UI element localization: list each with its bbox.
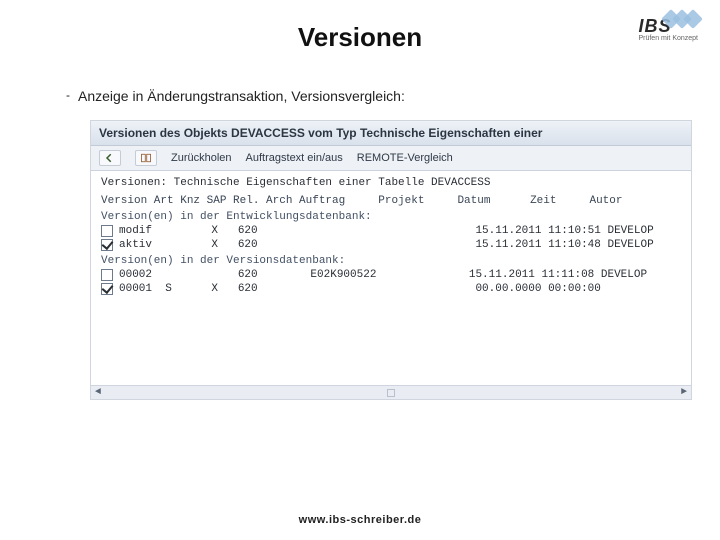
version-row: aktiv X 620 15.11.2011 11:10:48 DEVELOP xyxy=(101,239,681,251)
version-row: modif X 620 15.11.2011 11:10:51 DEVELOP xyxy=(101,225,681,237)
column-headers: Version Art Knz SAP Rel. Arch Auftrag Pr… xyxy=(101,195,681,207)
slide-title: Versionen xyxy=(0,22,720,53)
bullet-text: Anzeige in Änderungstransaktion, Version… xyxy=(78,88,405,104)
sap-versions-window: Versionen des Objekts DEVACCESS vom Typ … xyxy=(90,120,692,400)
row-checkbox[interactable] xyxy=(101,239,113,251)
scroll-right-icon[interactable]: ► xyxy=(681,387,687,398)
back-arrow-icon xyxy=(104,152,116,164)
object-descriptor: Versionen: Technische Eigenschaften eine… xyxy=(101,177,681,189)
sap-body: Versionen: Technische Eigenschaften eine… xyxy=(91,171,691,389)
toolbar-remote-button[interactable]: REMOTE-Vergleich xyxy=(357,152,453,164)
back-button[interactable] xyxy=(99,150,121,166)
section-dev-db: Version(en) in der Entwicklungsdatenbank… xyxy=(101,211,681,223)
toolbar-ordertext-button[interactable]: Auftragstext ein/aus xyxy=(246,152,343,164)
row-checkbox[interactable] xyxy=(101,269,113,281)
compare-icon xyxy=(140,152,152,164)
section-version-db: Version(en) in der Versionsdatenbank: xyxy=(101,255,681,267)
row-text: 00001 S X 620 00.00.0000 00:00:00 xyxy=(119,283,601,295)
row-text: 00002 620 E02K900522 15.11.2011 11:11:08… xyxy=(119,269,647,281)
scroll-left-icon[interactable]: ◄ xyxy=(95,387,101,398)
scroll-grip-icon[interactable] xyxy=(387,389,395,397)
version-row: 00001 S X 620 00.00.0000 00:00:00 xyxy=(101,283,681,295)
compare-icon-button[interactable] xyxy=(135,150,157,166)
toolbar-retrieve-button[interactable]: Zurückholen xyxy=(171,152,232,164)
row-checkbox[interactable] xyxy=(101,283,113,295)
version-row: 00002 620 E02K900522 15.11.2011 11:11:08… xyxy=(101,269,681,281)
bullet-dash: - xyxy=(66,88,70,102)
sap-window-title: Versionen des Objekts DEVACCESS vom Typ … xyxy=(91,121,691,146)
horizontal-scrollbar[interactable]: ◄ ► xyxy=(91,385,691,399)
row-text: aktiv X 620 15.11.2011 11:10:48 DEVELOP xyxy=(119,239,654,251)
slide-bullet: - Anzeige in Änderungstransaktion, Versi… xyxy=(78,88,405,104)
footer-url: www.ibs-schreiber.de xyxy=(0,514,720,526)
row-text: modif X 620 15.11.2011 11:10:51 DEVELOP xyxy=(119,225,654,237)
sap-toolbar: Zurückholen Auftragstext ein/aus REMOTE-… xyxy=(91,146,691,171)
row-checkbox[interactable] xyxy=(101,225,113,237)
